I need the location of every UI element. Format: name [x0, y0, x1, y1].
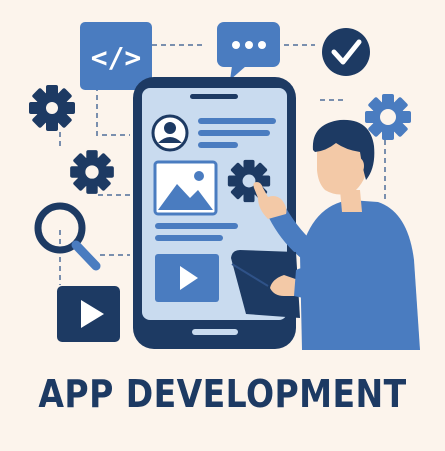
gear-icon [365, 94, 411, 140]
gear-icon [70, 150, 114, 194]
magnifier-icon [34, 202, 101, 271]
play-icon [57, 286, 120, 342]
app-development-illustration: </> APP DEVELOPMENT [0, 0, 445, 451]
svg-text:</>: </> [91, 41, 142, 74]
caption-title: APP DEVELOPMENT [38, 372, 407, 416]
image-icon [153, 160, 218, 216]
code-icon: </> [80, 22, 152, 90]
play-icon [155, 254, 219, 302]
gear-icon [29, 85, 75, 131]
avatar-icon [151, 114, 189, 152]
checkmark-icon [322, 28, 370, 76]
chat-bubble-icon [217, 22, 280, 80]
